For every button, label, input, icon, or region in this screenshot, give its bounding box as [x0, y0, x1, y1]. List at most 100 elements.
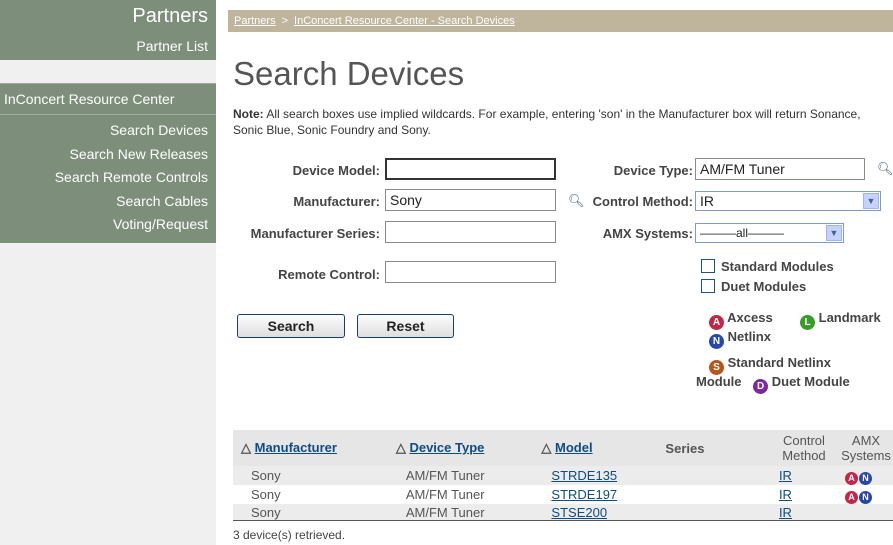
sidebar-item-partner-list[interactable]: Partner List: [0, 32, 216, 60]
results-table: △ Manufacturer △ Device Type △ Model Ser…: [233, 430, 893, 521]
standard-modules-option[interactable]: Standard Modules: [701, 259, 834, 274]
cell-amx-systems: [839, 504, 893, 521]
breadcrumb-current-link[interactable]: InConcert Resource Center - Search Devic…: [294, 15, 515, 27]
note-text: All search boxes use implied wildcards. …: [233, 107, 861, 137]
duet-modules-option[interactable]: Duet Modules: [701, 279, 806, 294]
cell-series: [665, 504, 769, 521]
duet-modules-checkbox[interactable]: [701, 279, 715, 293]
sidebar-item-search-cables[interactable]: Search Cables: [0, 190, 216, 214]
cell-manufacturer: Sony: [251, 487, 281, 502]
amx-systems-label: AMX Systems:: [602, 226, 693, 241]
landmark-icon: L: [800, 315, 815, 330]
axcess-icon: A: [709, 315, 724, 330]
control-method-link[interactable]: IR: [779, 487, 792, 502]
manufacturer-series-label: Manufacturer Series:: [250, 226, 380, 241]
control-method-select[interactable]: IR ▼: [695, 191, 881, 211]
sort-icon: △: [395, 440, 406, 455]
sort-manufacturer-link[interactable]: Manufacturer: [255, 440, 337, 455]
sidebar-gap: [0, 60, 216, 83]
manufacturer-label: Manufacturer:: [293, 194, 380, 209]
cell-amx-systems: AN: [839, 466, 893, 485]
control-method-link[interactable]: IR: [779, 505, 792, 520]
sort-model-link[interactable]: Model: [555, 440, 593, 455]
netlinx-icon: N: [859, 472, 873, 485]
search-button[interactable]: Search: [237, 314, 345, 338]
cell-amx-systems: AN: [839, 485, 893, 504]
netlinx-icon: N: [859, 491, 873, 504]
chevron-down-icon[interactable]: ▼: [826, 225, 842, 241]
control-method-link[interactable]: IR: [779, 468, 792, 483]
duet-module-icon: D: [753, 379, 769, 394]
cell-manufacturer: Sony: [233, 504, 396, 521]
device-model-label: Device Model:: [292, 163, 380, 178]
header-amx-systems: AMX Systems: [839, 430, 893, 466]
standard-modules-label: Standard Modules: [721, 259, 834, 274]
search-note: Note: All search boxes use implied wildc…: [233, 106, 873, 138]
sort-icon: △: [541, 440, 552, 455]
cell-device-type: AM/FM Tuner: [405, 487, 485, 502]
amx-systems-select[interactable]: ———all——— ▼: [695, 223, 844, 243]
legend-landmark: L Landmark: [800, 310, 881, 330]
netlinx-icon: N: [709, 334, 724, 349]
page-title: Search Devices: [233, 55, 465, 92]
header-series: Series: [665, 430, 769, 466]
table-row: Sony AM/FM Tuner STRDE197 IR AN: [233, 485, 893, 504]
control-method-value: IR: [700, 193, 714, 209]
table-row: Sony AM/FM Tuner STRDE135 IR AN: [233, 466, 893, 485]
header-model[interactable]: △ Model: [541, 430, 666, 466]
legend-standard-netlinx-label: Standard Netlinx: [727, 355, 831, 370]
reset-button[interactable]: Reset: [357, 314, 454, 338]
breadcrumb-partners-link[interactable]: Partners: [234, 15, 276, 27]
remote-control-input[interactable]: [385, 261, 556, 283]
sidebar-item-search-new-releases[interactable]: Search New Releases: [0, 143, 216, 167]
sidebar-item-voting-request[interactable]: Voting/Request: [0, 213, 216, 237]
sidebar-item-search-remote-controls[interactable]: Search Remote Controls: [0, 166, 216, 190]
sort-icon: △: [241, 440, 251, 455]
model-link[interactable]: STRDE135: [551, 468, 617, 483]
header-control-method: Control Method: [768, 430, 840, 466]
manufacturer-input[interactable]: Sony: [385, 189, 556, 211]
table-row: Sony AM/FM Tuner STSE200 IR: [233, 504, 893, 521]
legend-axcess: A Axcess: [709, 310, 773, 330]
legend-axcess-label: Axcess: [727, 310, 773, 325]
remote-control-label: Remote Control:: [278, 267, 380, 282]
breadcrumb-separator: >: [281, 15, 289, 27]
legend-duet-module: Module D Duet Module: [696, 374, 850, 394]
sidebar-section-title[interactable]: InConcert Resource Center: [0, 83, 216, 115]
result-count: 3 device(s) retrieved.: [233, 528, 346, 542]
sidebar-title: Partners: [0, 0, 216, 32]
device-type-label: Device Type:: [613, 163, 693, 178]
model-link[interactable]: STRDE197: [551, 487, 617, 502]
standard-modules-checkbox[interactable]: [701, 259, 715, 273]
table-header-row: △ Manufacturer △ Device Type △ Model Ser…: [233, 430, 893, 466]
device-model-input[interactable]: [385, 158, 556, 180]
amx-systems-value: ———all———: [700, 226, 785, 240]
legend-landmark-label: Landmark: [818, 310, 881, 325]
note-label: Note:: [233, 107, 264, 121]
legend-standard-netlinx: S Standard Netlinx: [709, 355, 831, 375]
header-device-type[interactable]: △ Device Type: [395, 430, 542, 466]
sidebar-items: Search Devices Search New Releases Searc…: [0, 115, 216, 243]
cell-device-type: AM/FM Tuner: [395, 504, 542, 521]
device-type-input[interactable]: AM/FM Tuner: [695, 158, 865, 180]
sidebar: Partners Partner List InConcert Resource…: [0, 0, 216, 545]
cell-series: [665, 466, 769, 485]
chevron-down-icon[interactable]: ▼: [863, 193, 879, 209]
breadcrumb: Partners > InConcert Resource Center - Sea…: [228, 10, 893, 32]
cell-manufacturer: Sony: [233, 466, 396, 485]
model-link[interactable]: STSE200: [551, 505, 607, 520]
header-manufacturer[interactable]: △ Manufacturer: [233, 430, 396, 466]
cell-series: [665, 485, 769, 504]
axcess-icon: A: [845, 472, 859, 485]
legend-duet-module-label: Duet Module: [771, 374, 850, 389]
control-method-label: Control Method:: [592, 194, 693, 209]
manufacturer-series-input[interactable]: [385, 221, 556, 243]
device-type-search-icon[interactable]: 🔍︎: [877, 161, 893, 177]
cell-device-type: AM/FM Tuner: [395, 466, 542, 485]
sort-device-type-link[interactable]: Device Type: [409, 440, 484, 455]
legend-module-label: Module: [696, 374, 742, 389]
axcess-icon: A: [845, 491, 859, 504]
duet-modules-label: Duet Modules: [721, 279, 807, 294]
legend-netlinx: N Netlinx: [709, 329, 771, 349]
sidebar-item-search-devices[interactable]: Search Devices: [0, 119, 216, 143]
